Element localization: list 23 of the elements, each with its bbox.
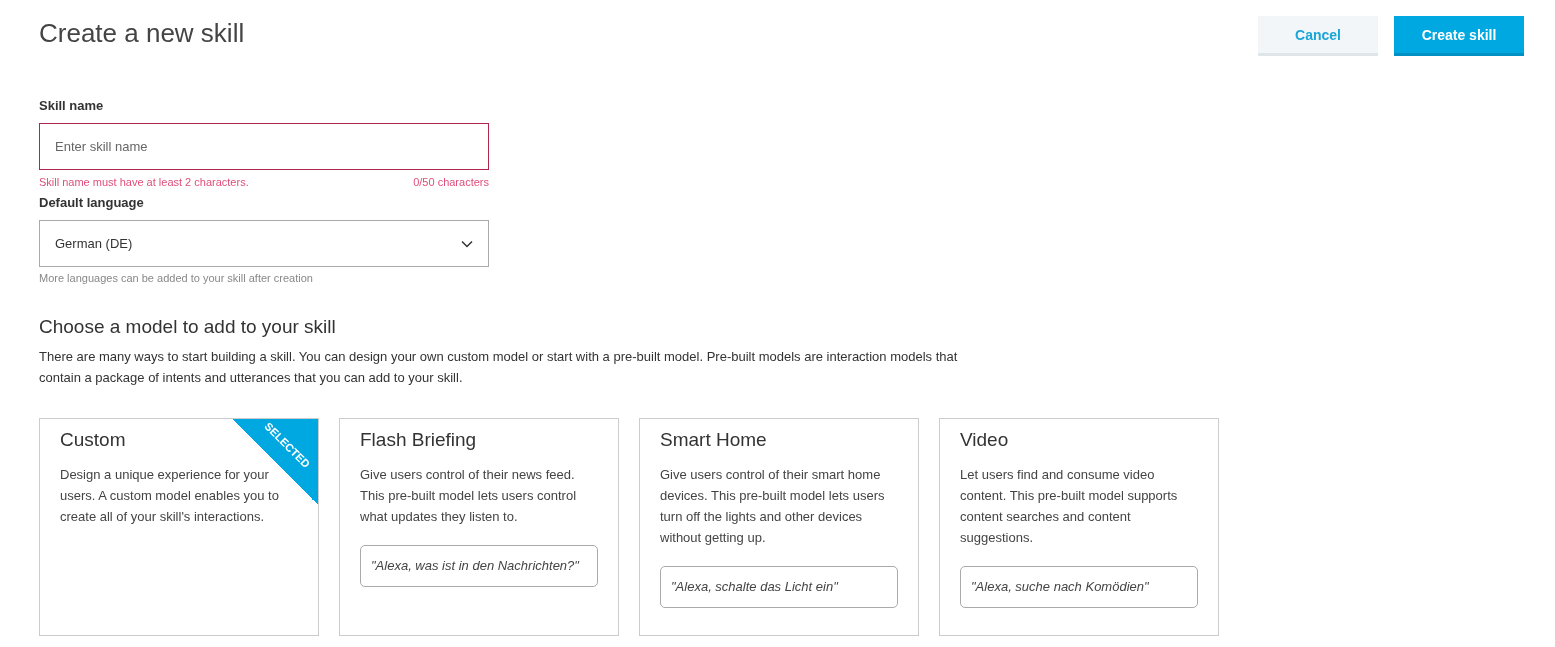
hint-text: More languages can be added to your skill after creation <box>39 272 314 284</box>
card-title: Video <box>960 429 1010 451</box>
character-counter: 0/50 characters <box>413 176 489 188</box>
card-title: Flash Briefing <box>360 429 478 451</box>
model-card[interactable]: Smart Home Give users control of their smart home devices. This pre-built model lets users turn off the lights and other devices without getting up. "Alexa, schalte das Licht ein" <box>639 418 919 636</box>
section-description: There are many ways to start building a skill. You can design your own custom model or start with a pre-built model. Pre-built models are interaction models that contain a package of intents and utterances that you can add to your skill. <box>39 348 959 387</box>
example-speech-bubble: "Alexa, suche nach Komödien" <box>960 566 1198 608</box>
field-label: Default language <box>39 195 145 210</box>
card-description: Give users control of their news feed. This pre-built model lets users control what updates they listen to. <box>360 466 578 526</box>
card-title: Smart Home <box>660 429 768 451</box>
chevron-down-icon <box>461 239 473 248</box>
field-label: Skill name <box>39 98 105 113</box>
language-dropdown[interactable]: German (DE) <box>39 220 489 267</box>
skill-name-field[interactable]: Enter skill name <box>39 123 489 170</box>
error-message: Skill name must have at least 2 characters. <box>39 176 249 188</box>
section-heading: Choose a model to add to your skill <box>39 316 337 338</box>
page-title: Create a new skill <box>39 18 245 49</box>
card-description: Give users control of their smart home devices. This pre-built model lets users turn off the lights and other devices without getting up. <box>660 466 886 547</box>
card-description: Let users find and consume video content. This pre-built model supports content searches and content suggestions. <box>960 466 1179 547</box>
model-card[interactable]: Flash Briefing Give users control of their news feed. This pre-built model lets users control what updates they listen to. "Alexa, was ist in den Nachrichten?" <box>339 418 619 636</box>
model-card[interactable]: Video Let users find and consume video content. This pre-built model supports content searches and content suggestions. "Alexa, suche nach Komödien" <box>939 418 1219 636</box>
example-speech-bubble: "Alexa, schalte das Licht ein" <box>660 566 898 608</box>
example-speech-bubble: "Alexa, was ist in den Nachrichten?" <box>360 545 598 587</box>
